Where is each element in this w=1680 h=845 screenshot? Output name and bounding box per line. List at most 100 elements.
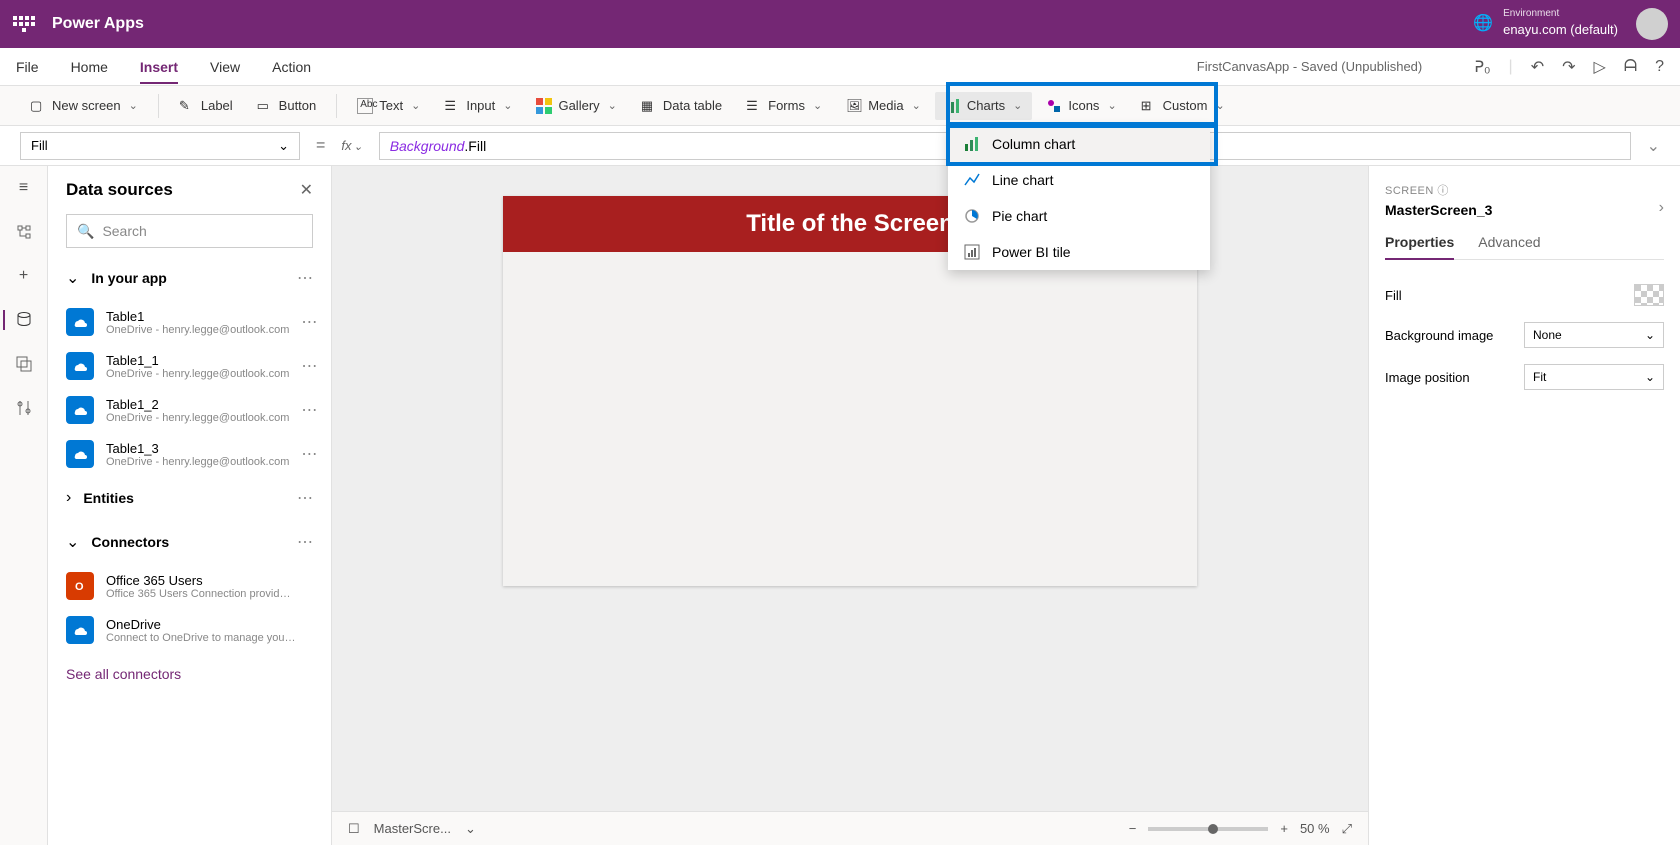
tab-advanced[interactable]: Advanced bbox=[1478, 234, 1540, 259]
environment-picker[interactable]: 🌐 Environment enayu.com (default) bbox=[1473, 8, 1618, 39]
onedrive-icon bbox=[66, 308, 94, 336]
more-icon[interactable]: ⋯ bbox=[297, 488, 313, 508]
menu-view[interactable]: View bbox=[210, 59, 240, 75]
menu-action[interactable]: Action bbox=[272, 59, 311, 75]
imgpos-select[interactable]: Fit⌄ bbox=[1524, 364, 1664, 390]
tool-new-screen[interactable]: ▢New screen bbox=[20, 92, 148, 120]
rail-tree-icon[interactable] bbox=[14, 222, 34, 242]
connector-icon: O bbox=[66, 572, 94, 600]
undo-icon[interactable]: ↶ bbox=[1531, 57, 1544, 77]
charts-dropdown: Column chart Line chart Pie chart Power … bbox=[948, 126, 1210, 270]
table-icon: ▦ bbox=[641, 98, 657, 114]
property-selector[interactable]: Fill⌄ bbox=[20, 132, 300, 160]
more-icon[interactable]: ⋯ bbox=[301, 356, 317, 376]
rail-insert-icon[interactable]: + bbox=[14, 266, 34, 286]
play-icon[interactable]: ▷ bbox=[1594, 57, 1606, 77]
tool-data-table[interactable]: ▦Data table bbox=[631, 92, 732, 120]
zoom-in-icon[interactable]: + bbox=[1280, 821, 1288, 836]
input-icon: ☰ bbox=[444, 98, 460, 114]
screen-icon: ▢ bbox=[30, 98, 46, 114]
data-source-item[interactable]: Table1_2OneDrive - henry.legge@outlook.c… bbox=[48, 388, 331, 432]
connector-item[interactable]: OneDriveConnect to OneDrive to manage yo… bbox=[48, 608, 331, 652]
expand-icon[interactable]: › bbox=[1659, 199, 1664, 217]
menu-insert[interactable]: Insert bbox=[140, 59, 178, 84]
zoom-slider[interactable] bbox=[1148, 827, 1268, 831]
rail-media-icon[interactable] bbox=[14, 354, 34, 374]
bgimage-select[interactable]: None⌄ bbox=[1524, 322, 1664, 348]
close-icon[interactable]: ✕ bbox=[300, 180, 313, 200]
tool-media[interactable]: 🖼Media bbox=[836, 92, 931, 120]
dropdown-column-chart[interactable]: Column chart bbox=[948, 126, 1210, 162]
chevron-down-icon[interactable]: ⌄ bbox=[465, 821, 476, 837]
powerbi-icon bbox=[964, 244, 980, 260]
globe-icon: 🌐 bbox=[1473, 14, 1493, 33]
chevron-down-icon: ⌄ bbox=[1645, 328, 1655, 342]
connector-icon bbox=[66, 616, 94, 644]
see-all-connectors-link[interactable]: See all connectors bbox=[48, 652, 331, 696]
section-in-your-app[interactable]: ⌄In your app ⋯ bbox=[48, 256, 331, 300]
more-icon[interactable]: ⋯ bbox=[297, 532, 313, 552]
rail-hamburger-icon[interactable]: ≡ bbox=[14, 178, 34, 198]
tool-label[interactable]: ✎Label bbox=[169, 92, 243, 120]
search-input[interactable]: 🔍 Search bbox=[66, 214, 313, 248]
chevron-down-icon[interactable]: ⌄ bbox=[1647, 136, 1660, 156]
chevron-down-icon: ⌄ bbox=[66, 268, 79, 288]
fx-button[interactable]: fx bbox=[341, 138, 362, 153]
tool-button[interactable]: ▭Button bbox=[247, 92, 327, 120]
chevron-down-icon: ⌄ bbox=[278, 138, 289, 154]
tool-charts[interactable]: Charts bbox=[935, 92, 1033, 120]
dropdown-line-chart[interactable]: Line chart bbox=[948, 162, 1210, 198]
screen-name: MasterScreen_3 bbox=[1385, 202, 1492, 218]
more-icon[interactable]: ⋯ bbox=[297, 268, 313, 288]
data-source-item[interactable]: Table1_3OneDrive - henry.legge@outlook.c… bbox=[48, 432, 331, 476]
gallery-icon bbox=[536, 98, 552, 114]
fill-color-picker[interactable] bbox=[1634, 284, 1664, 306]
zoom-out-icon[interactable]: − bbox=[1129, 821, 1137, 836]
dropdown-pie-chart[interactable]: Pie chart bbox=[948, 198, 1210, 234]
share-icon[interactable]: ᗩ bbox=[1624, 58, 1637, 76]
dropdown-powerbi-tile[interactable]: Power BI tile bbox=[948, 234, 1210, 270]
shapes-icon bbox=[1046, 98, 1062, 114]
more-icon[interactable]: ⋯ bbox=[301, 400, 317, 420]
label-icon: ✎ bbox=[179, 98, 195, 114]
fit-screen-icon[interactable]: ⤢ bbox=[1342, 821, 1352, 837]
rail-advanced-icon[interactable] bbox=[14, 398, 34, 418]
help-icon[interactable]: ? bbox=[1655, 58, 1664, 76]
tool-forms[interactable]: ☰Forms bbox=[736, 92, 832, 120]
section-entities[interactable]: ›Entities ⋯ bbox=[48, 476, 331, 520]
waffle-icon[interactable] bbox=[12, 12, 36, 36]
menu-home[interactable]: Home bbox=[71, 59, 108, 75]
tab-properties[interactable]: Properties bbox=[1385, 234, 1454, 260]
redo-icon[interactable]: ↷ bbox=[1562, 57, 1575, 77]
connector-item[interactable]: OOffice 365 UsersOffice 365 Users Connec… bbox=[48, 564, 331, 608]
chart-icon bbox=[945, 98, 961, 114]
tool-icons[interactable]: Icons bbox=[1036, 92, 1126, 120]
onedrive-icon bbox=[66, 352, 94, 380]
tool-input[interactable]: ☰Input bbox=[434, 92, 522, 120]
footer-screen-name[interactable]: MasterScre... bbox=[374, 821, 451, 836]
onedrive-icon bbox=[66, 396, 94, 424]
zoom-value: 50 % bbox=[1300, 821, 1330, 836]
tool-gallery[interactable]: Gallery bbox=[526, 92, 626, 120]
chevron-down-icon: ⌄ bbox=[1645, 370, 1655, 384]
section-connectors[interactable]: ⌄Connectors ⋯ bbox=[48, 520, 331, 564]
checker-icon[interactable]: ᕈ₀ bbox=[1474, 57, 1490, 77]
avatar[interactable] bbox=[1636, 8, 1668, 40]
pie-chart-icon bbox=[964, 208, 980, 224]
panel-title: Data sources bbox=[66, 180, 173, 200]
tool-custom[interactable]: ⊞Custom bbox=[1131, 92, 1235, 120]
data-source-item[interactable]: Table1_1OneDrive - henry.legge@outlook.c… bbox=[48, 344, 331, 388]
more-icon[interactable]: ⋯ bbox=[301, 312, 317, 332]
menu-file[interactable]: File bbox=[16, 59, 39, 75]
custom-icon: ⊞ bbox=[1141, 98, 1157, 114]
app-status: FirstCanvasApp - Saved (Unpublished) bbox=[1197, 59, 1422, 74]
checkbox-icon[interactable]: ☐ bbox=[348, 821, 360, 837]
rail-data-icon[interactable] bbox=[3, 310, 33, 330]
help-icon[interactable]: ⓘ bbox=[1437, 185, 1449, 197]
more-icon[interactable]: ⋯ bbox=[301, 444, 317, 464]
toolbar: ▢New screen ✎Label ▭Button AbcText ☰Inpu… bbox=[0, 86, 1680, 126]
tool-text[interactable]: AbcText bbox=[347, 92, 430, 120]
data-source-item[interactable]: Table1OneDrive - henry.legge@outlook.com… bbox=[48, 300, 331, 344]
chevron-down-icon: ⌄ bbox=[66, 532, 79, 552]
left-rail: ≡ + bbox=[0, 166, 48, 845]
